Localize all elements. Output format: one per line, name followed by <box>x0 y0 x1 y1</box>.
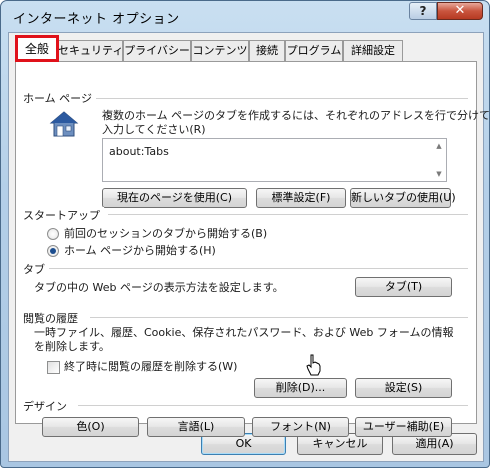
group-divider <box>46 268 468 269</box>
startup-home-label[interactable]: ホーム ページから開始する(H) <box>64 244 216 258</box>
history-description-line2: を削除します。 <box>34 340 110 353</box>
tab-general[interactable]: 全般 <box>17 37 57 62</box>
house-icon <box>49 111 79 137</box>
tabs-settings-button[interactable]: タブ(T) <box>355 277 452 297</box>
scroll-down-icon[interactable]: ▼ <box>434 169 444 179</box>
startup-previous-label[interactable]: 前回のセッションのタブから開始する(B) <box>64 227 267 241</box>
scroll-up-icon[interactable]: ▲ <box>434 141 444 151</box>
delete-history-on-exit-checkbox[interactable] <box>47 361 60 374</box>
use-current-button[interactable]: 現在のページを使用(C) <box>102 188 247 208</box>
group-divider <box>78 405 468 406</box>
use-default-button[interactable]: 標準設定(F) <box>256 188 346 208</box>
tabs-description: タブの中の Web ページの表示方法を設定します。 <box>34 281 284 294</box>
home-page-description-line2: 入力してください(R) <box>102 123 206 136</box>
internet-options-window: インターネット オプション ? ✕ 全般 セキュリティ プライバシー コンテンツ… <box>0 0 490 468</box>
languages-button[interactable]: 言語(L) <box>147 417 245 437</box>
history-description-line1: 一時ファイル、履歴、Cookie、保存されたパスワード、および Web フォーム… <box>34 326 454 339</box>
accessibility-button[interactable]: ユーザー補助(E) <box>355 417 452 437</box>
tabs-group-title: タブ <box>23 261 49 277</box>
home-page-textarea[interactable]: about:Tabs ▲ ▼ <box>102 138 447 182</box>
tab-privacy[interactable]: プライバシー <box>123 40 191 61</box>
help-button[interactable]: ? <box>409 2 437 20</box>
tab-security[interactable]: セキュリティ <box>57 40 123 61</box>
tab-advanced[interactable]: 詳細設定 <box>343 40 403 61</box>
dialog-client-area: 全般 セキュリティ プライバシー コンテンツ 接続 プログラム 詳細設定 ホーム… <box>8 32 490 462</box>
home-page-group-title: ホーム ページ <box>23 90 96 106</box>
delete-history-on-exit-label[interactable]: 終了時に閲覧の履歴を削除する(W) <box>64 360 237 374</box>
group-divider <box>82 98 468 99</box>
fonts-button[interactable]: フォント(N) <box>252 417 349 437</box>
colors-button[interactable]: 色(O) <box>42 417 139 437</box>
home-page-url-value: about:Tabs <box>109 145 169 158</box>
use-new-tab-button[interactable]: 新しいタブの使用(U) <box>350 188 456 208</box>
history-group-title: 閲覧の履歴 <box>23 310 82 326</box>
startup-home-radio[interactable] <box>47 245 59 257</box>
tab-programs[interactable]: プログラム <box>285 40 343 61</box>
history-settings-button[interactable]: 設定(S) <box>355 378 452 398</box>
close-button[interactable]: ✕ <box>437 2 483 20</box>
startup-previous-radio[interactable] <box>47 228 59 240</box>
tab-connections[interactable]: 接続 <box>249 40 285 61</box>
startup-group-title: スタートアップ <box>23 207 104 223</box>
design-group-title: デザイン <box>23 398 71 414</box>
delete-history-button[interactable]: 削除(D)... <box>254 378 347 398</box>
title-bar[interactable]: インターネット オプション ? ✕ <box>1 1 489 33</box>
tab-content[interactable]: コンテンツ <box>191 40 249 61</box>
general-tab-panel: ホーム ページ 複数のホーム ページのタブを作成するには、それぞれのアドレスを行… <box>15 61 490 437</box>
home-page-description-line1: 複数のホーム ページのタブを作成するには、それぞれのアドレスを行で分けて <box>102 109 490 122</box>
hand-pointer-icon <box>306 354 321 376</box>
window-title: インターネット オプション <box>13 12 180 27</box>
group-divider <box>108 214 468 215</box>
group-divider <box>90 317 468 318</box>
